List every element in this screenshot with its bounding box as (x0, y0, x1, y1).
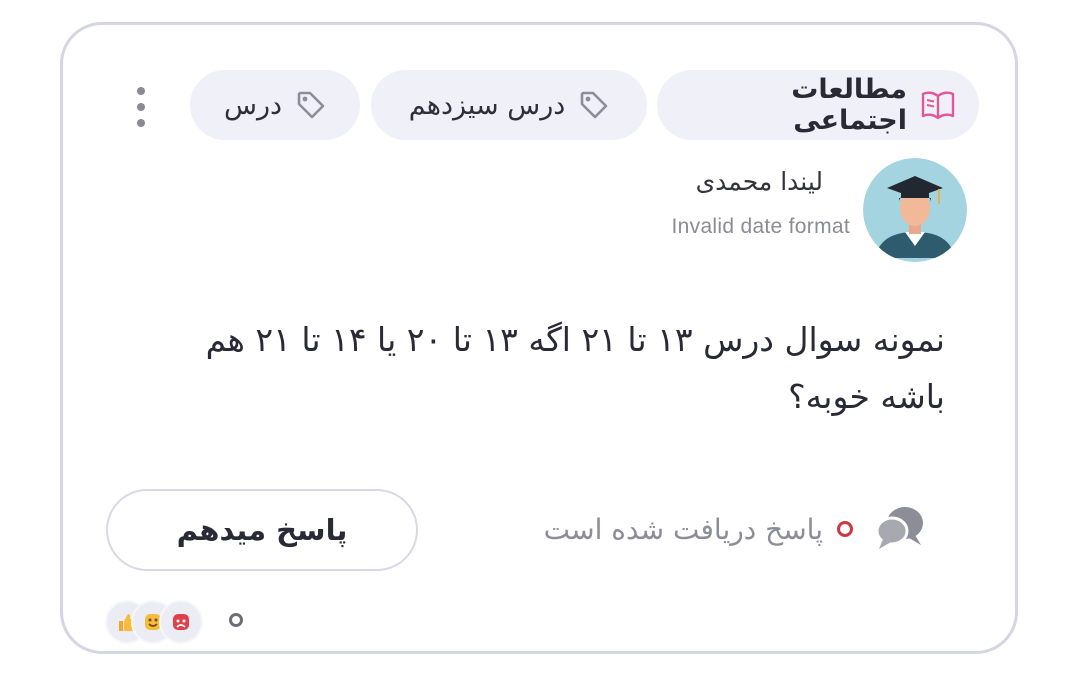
answer-status: پاسخ دریافت شده است (544, 501, 925, 557)
more-options-icon[interactable] (129, 87, 153, 127)
question-text[interactable]: نمونه سوال درس ۱۳ تا ۲۱ اگه ۱۳ تا ۲۰ یا … (145, 311, 945, 425)
chat-bubbles-icon (875, 503, 925, 555)
tag-lesson-thirteen[interactable]: درس سیزدهم (371, 70, 647, 140)
angry-face-icon (159, 600, 203, 644)
tag-icon (579, 90, 609, 120)
tag-lesson-label: درس (223, 89, 283, 121)
author-name[interactable]: لیندا محمدی (696, 167, 823, 196)
status-dot-icon (837, 521, 853, 537)
post-date: Invalid date format (671, 215, 850, 238)
answer-button[interactable]: پاسخ میدهم (106, 489, 418, 571)
tag-subject-label: مطالعات اجتماعی (791, 74, 907, 136)
status-text: پاسخ دریافت شده است (543, 512, 823, 546)
question-card: مطالعات اجتماعی درس سیزدهم درس لیندا محم… (60, 22, 1018, 654)
tag-icon (296, 90, 326, 120)
reactions-summary[interactable] (105, 600, 205, 644)
book-icon (921, 90, 955, 120)
tag-lesson-thirteen-label: درس سیزدهم (408, 89, 566, 121)
avatar[interactable] (863, 158, 967, 262)
tag-lesson[interactable]: درس (190, 70, 360, 140)
tag-subject[interactable]: مطالعات اجتماعی (657, 70, 979, 140)
reaction-count: 0 (229, 613, 243, 627)
